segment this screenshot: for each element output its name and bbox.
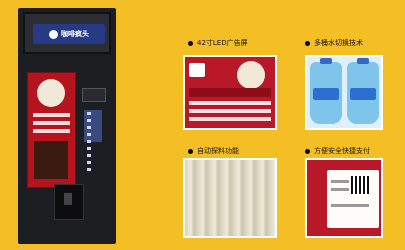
feature-image-led-screen	[183, 55, 277, 130]
feature-image-payment	[305, 158, 383, 238]
text-line	[331, 204, 369, 207]
cup-dispenser-slot	[54, 184, 84, 220]
bullet-icon	[188, 148, 193, 154]
feature-label-probe: 自动探料功能	[188, 146, 239, 156]
monkey-emblem-icon	[237, 61, 265, 89]
coffee-kiosk-image: 咖啡疯头	[18, 8, 116, 244]
bullet-icon	[188, 40, 193, 46]
kiosk-menu-panel	[27, 72, 76, 188]
keypad-icon	[84, 110, 102, 171]
text-line	[331, 188, 349, 191]
bullet-icon	[305, 148, 310, 154]
monkey-emblem-icon	[37, 79, 65, 107]
bullet-icon	[305, 40, 310, 46]
feature-label-payment: 方便安全快捷支付	[305, 146, 370, 156]
kiosk-top-screen: 咖啡疯头	[23, 12, 111, 54]
water-bottle-icon	[309, 58, 342, 124]
kiosk-video-area	[34, 141, 68, 179]
feature-image-auto-probe	[183, 158, 277, 238]
feature-label-led: 42寸LED广告屏	[188, 38, 248, 48]
card-reader-icon	[82, 88, 106, 102]
qr-code-icon	[351, 176, 369, 194]
product-showcase: 咖啡疯头 42寸LED广告屏 多桶水切换技术 自动探料功能 方便安全快捷支付	[0, 0, 405, 250]
menu-row	[33, 113, 70, 117]
text-line	[331, 180, 349, 183]
menu-row	[33, 129, 70, 133]
title-band	[189, 88, 271, 97]
menu-row	[189, 101, 271, 105]
logo-mark-icon	[49, 29, 58, 39]
menu-row	[189, 117, 271, 121]
menu-row	[33, 121, 70, 125]
brand-logo: 咖啡疯头	[33, 24, 105, 44]
menu-row	[189, 109, 271, 113]
brand-tag-icon	[189, 63, 205, 77]
logo-text: 咖啡疯头	[61, 30, 89, 38]
feature-image-water-barrels	[305, 55, 383, 130]
feature-label-water: 多桶水切换技术	[305, 38, 363, 48]
water-bottle-icon	[346, 58, 379, 124]
